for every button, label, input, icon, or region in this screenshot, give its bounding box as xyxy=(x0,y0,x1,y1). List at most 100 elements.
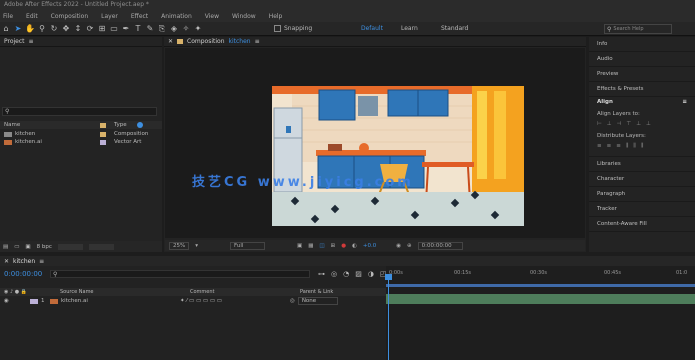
panel-menu-icon[interactable]: ≡ xyxy=(29,38,34,45)
panel-audio[interactable]: Audio xyxy=(589,52,695,67)
hand-tool-icon[interactable]: ✋ xyxy=(24,23,36,35)
panel-info[interactable]: Info xyxy=(589,37,695,52)
timeline-search-input[interactable]: ⚲ xyxy=(50,270,310,278)
mask-visibility-icon[interactable]: ◫ xyxy=(319,243,324,249)
roto-brush-icon[interactable]: ✧ xyxy=(180,23,192,35)
comp-flowchart-icon[interactable]: ⊶ xyxy=(318,270,325,278)
clone-stamp-icon[interactable]: ⎘ xyxy=(156,23,168,35)
panel-menu-icon[interactable]: ≡ xyxy=(682,99,687,109)
column-name[interactable]: Name xyxy=(0,122,100,128)
selection-tool-icon[interactable]: ➤ xyxy=(12,23,24,35)
rotation-tool-icon[interactable]: ⟳ xyxy=(84,23,96,35)
zoom-dropdown[interactable]: 25% xyxy=(169,241,190,250)
distribute-hcenter-icon[interactable]: ⫼ xyxy=(633,143,636,150)
align-vcenter-icon[interactable]: ⊥ xyxy=(636,121,641,127)
new-composition-icon[interactable]: ▣ xyxy=(25,244,30,250)
exposure-value[interactable]: +0.0 xyxy=(363,243,376,249)
menu-view[interactable]: View xyxy=(205,13,219,20)
composition-viewer[interactable] xyxy=(165,48,585,238)
column-parent-link[interactable]: Parent & Link xyxy=(300,289,333,295)
align-bottom-icon[interactable]: ⊥ xyxy=(646,121,651,127)
pen-tool-icon[interactable]: ✒ xyxy=(120,23,132,35)
type-tool-icon[interactable]: T xyxy=(132,23,144,35)
distribute-left-icon[interactable]: ⫼ xyxy=(626,143,629,150)
panel-libraries[interactable]: Libraries xyxy=(589,157,695,172)
playhead[interactable] xyxy=(388,274,389,360)
column-source-name[interactable]: Source Name xyxy=(60,289,190,295)
menu-edit[interactable]: Edit xyxy=(26,13,38,20)
column-type[interactable]: Type xyxy=(106,122,127,128)
panel-tracker[interactable]: Tracker xyxy=(589,202,695,217)
time-ruler[interactable]: 0:00s 00:15s 00:30s 00:45s 01:0 xyxy=(386,270,695,284)
search-help-box[interactable]: ⚲ Search Help xyxy=(604,24,672,34)
menu-animation[interactable]: Animation xyxy=(161,13,192,20)
timecode-field[interactable]: 0:00:00:00 xyxy=(417,241,463,250)
layer-duration-bar[interactable] xyxy=(386,294,695,304)
align-right-icon[interactable]: ⊣ xyxy=(617,121,622,127)
snapping-toggle[interactable]: Snapping xyxy=(274,25,346,32)
timeline-tab[interactable]: kitchen xyxy=(9,258,35,265)
region-of-interest-icon[interactable]: ▣ xyxy=(297,243,302,249)
work-area-bar[interactable] xyxy=(386,284,695,287)
rectangle-tool-icon[interactable]: ▭ xyxy=(108,23,120,35)
align-top-icon[interactable]: ⊤ xyxy=(626,121,631,127)
panel-effects-presets[interactable]: Effects & Presets xyxy=(589,82,695,97)
bpc-label[interactable]: 8 bpc xyxy=(37,244,52,250)
workspace-learn[interactable]: Learn xyxy=(401,25,441,32)
distribute-right-icon[interactable]: ⫼ xyxy=(641,143,644,150)
panel-paragraph[interactable]: Paragraph xyxy=(589,187,695,202)
menu-file[interactable]: File xyxy=(3,13,13,20)
align-hcenter-icon[interactable]: ⊥ xyxy=(607,121,612,127)
pickwhip-icon[interactable]: ◎ xyxy=(290,298,295,304)
panel-character[interactable]: Character xyxy=(589,172,695,187)
parent-dropdown[interactable]: None xyxy=(297,297,338,305)
menu-composition[interactable]: Composition xyxy=(51,13,88,20)
project-search-input[interactable]: ⚲ xyxy=(2,107,157,116)
layer-row[interactable]: ◉ 1 kitchen.ai ✦ ⁄ ▭ ▭ ▭ ▭ ▭ ◎ None xyxy=(0,297,386,305)
dolly-tool-icon[interactable]: ↕ xyxy=(72,23,84,35)
orbit-tool-icon[interactable]: ↻ xyxy=(48,23,60,35)
chevron-down-icon[interactable]: ▾ xyxy=(195,243,198,249)
pan-tool-icon[interactable]: ✥ xyxy=(60,23,72,35)
workspace-standard[interactable]: Standard xyxy=(441,25,481,32)
zoom-tool-icon[interactable]: ⚲ xyxy=(36,23,48,35)
panel-preview[interactable]: Preview xyxy=(589,67,695,82)
workspace-default[interactable]: Default xyxy=(361,25,401,32)
close-icon[interactable]: ✕ xyxy=(168,38,173,45)
menu-help[interactable]: Help xyxy=(269,13,283,20)
panel-menu-icon[interactable]: ≡ xyxy=(35,258,44,265)
eraser-tool-icon[interactable]: ◈ xyxy=(168,23,180,35)
new-folder-icon[interactable]: ▭ xyxy=(14,244,19,250)
exposure-reset-icon[interactable]: ◐ xyxy=(352,243,357,249)
pan-behind-tool-icon[interactable]: ⊞ xyxy=(96,23,108,35)
playhead-handle[interactable] xyxy=(385,274,392,280)
align-left-icon[interactable]: ⊢ xyxy=(597,121,602,127)
puppet-tool-icon[interactable]: ✦ xyxy=(192,23,204,35)
distribute-top-icon[interactable]: ≡ xyxy=(597,143,602,150)
grid-icon[interactable]: ⊞ xyxy=(331,243,336,249)
resolution-dropdown[interactable]: Full xyxy=(230,241,265,250)
panel-content-aware-fill[interactable]: Content-Aware Fill xyxy=(589,217,695,232)
shy-layers-icon[interactable]: ◔ xyxy=(343,270,349,278)
distribute-vcenter-icon[interactable]: ≡ xyxy=(607,143,612,150)
panel-menu-icon[interactable]: ≡ xyxy=(255,38,260,45)
color-channel-icon[interactable]: ● xyxy=(341,243,346,249)
menu-window[interactable]: Window xyxy=(232,13,256,20)
distribute-bottom-icon[interactable]: ≡ xyxy=(616,143,621,150)
frame-blending-icon[interactable]: ▨ xyxy=(355,270,362,278)
snapping-checkbox[interactable] xyxy=(274,25,281,32)
brush-tool-icon[interactable]: ✎ xyxy=(144,23,156,35)
timeline-track-area[interactable]: 0:00s 00:15s 00:30s 00:45s 01:0 xyxy=(385,266,695,360)
comp-panel-name[interactable]: kitchen xyxy=(229,38,251,45)
transparency-grid-icon[interactable]: ▦ xyxy=(308,243,313,249)
motion-blur-icon[interactable]: ◑ xyxy=(368,270,374,278)
layer-switches[interactable]: ✦ ⁄ ▭ ▭ ▭ ▭ ▭ xyxy=(180,298,240,304)
home-icon[interactable]: ⌂ xyxy=(0,23,12,35)
show-snapshot-icon[interactable]: ⊕ xyxy=(407,243,412,249)
project-item[interactable]: kitchen Composition xyxy=(0,130,160,138)
project-item[interactable]: kitchen.ai Vector Art xyxy=(0,138,160,146)
column-comment[interactable]: Comment xyxy=(190,289,300,295)
snapshot-icon[interactable]: ◉ xyxy=(396,243,401,249)
layer-visibility-icon[interactable]: ◉ xyxy=(0,298,30,304)
menu-layer[interactable]: Layer xyxy=(101,13,118,20)
